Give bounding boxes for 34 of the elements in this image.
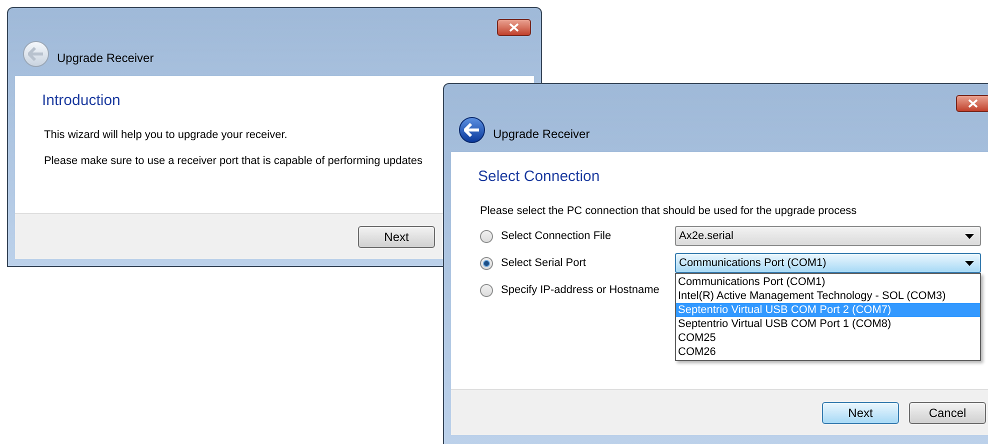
- radio-button[interactable]: [480, 256, 493, 270]
- page-heading: Introduction: [42, 91, 122, 111]
- instruction-text: Please make sure to use a receiver port that is capable of performing updates: [44, 154, 422, 169]
- caret-icon: [965, 234, 974, 238]
- dropdown-value: Ax2e.serial: [679, 228, 734, 244]
- radio-label: Select Connection File: [501, 228, 612, 244]
- close-icon: [509, 23, 519, 32]
- window-title: Upgrade Receiver: [57, 50, 154, 67]
- dropdown-option[interactable]: COM25: [676, 331, 980, 345]
- caret-icon: [965, 260, 974, 266]
- dropdown[interactable]: Communications Port (COM1): [675, 253, 981, 273]
- dropdown[interactable]: Ax2e.serial: [675, 226, 981, 246]
- dialog-button[interactable]: Next: [358, 226, 435, 248]
- dialog-button[interactable]: Cancel: [909, 402, 986, 424]
- page-heading: Select Connection: [478, 167, 601, 187]
- radio-label: Select Serial Port: [501, 256, 586, 271]
- dropdown-option[interactable]: Communications Port (COM1): [676, 275, 980, 289]
- radio-button[interactable]: [480, 284, 493, 296]
- left-arrow-icon: [464, 123, 480, 137]
- close-icon: [968, 99, 978, 108]
- instruction-text: This wizard will help you to upgrade your receiver.: [44, 128, 288, 142]
- radio-label: Specify IP-address or Hostname: [501, 282, 660, 298]
- close-button[interactable]: [956, 95, 988, 112]
- dropdown-option[interactable]: COM26: [676, 345, 980, 359]
- dialog-button[interactable]: Next: [822, 402, 899, 424]
- dropdown-option[interactable]: Septentrio Virtual USB COM Port 1 (COM8): [676, 317, 980, 331]
- dropdown-value: Communications Port (COM1): [679, 256, 826, 271]
- dropdown-option[interactable]: Intel(R) Active Management Technology - SOL (COM3): [676, 289, 980, 303]
- window-title: Upgrade Receiver: [493, 126, 590, 143]
- close-button[interactable]: [497, 19, 531, 36]
- instruction-text: Please select the PC connection that should be used for the upgrade process: [480, 204, 857, 218]
- back-button[interactable]: [459, 117, 485, 143]
- left-arrow-icon: [28, 47, 44, 61]
- radio-button[interactable]: [480, 230, 493, 242]
